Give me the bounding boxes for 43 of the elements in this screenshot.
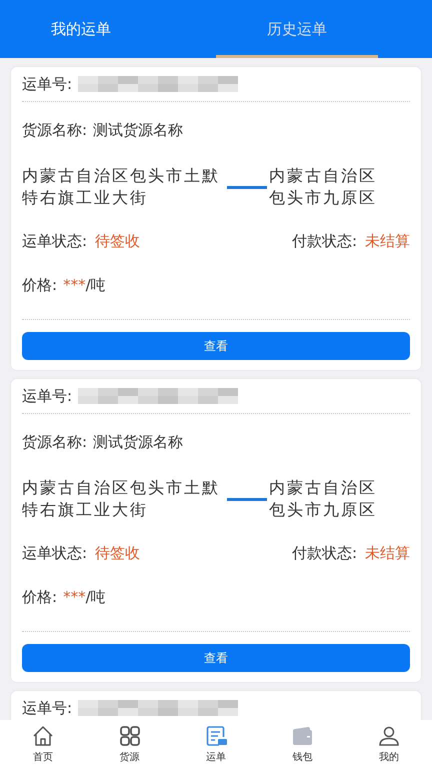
destination-address: 内蒙古自治区包头市九原区 <box>269 477 378 521</box>
price-value: ***/吨 <box>63 276 106 294</box>
tab[interactable]: 我的运单 <box>0 0 162 58</box>
order-number-label: 运单号: <box>22 74 72 94</box>
source-name-label: 货源名称: <box>22 120 88 140</box>
order-number-label: 运单号: <box>22 698 72 718</box>
origin-address: 内蒙古自治区包头市土默特右旗工业大街 <box>22 477 221 521</box>
nav-item[interactable]: 运单 <box>172 720 260 768</box>
home-icon <box>31 724 56 748</box>
order-number-label: 运单号: <box>22 386 72 406</box>
grid-icon <box>118 724 142 748</box>
nav-label: 钱包 <box>292 751 312 764</box>
person-icon <box>376 724 401 748</box>
payment-status-label: 付款状态: <box>292 232 357 250</box>
price-label: 价格: <box>22 276 58 294</box>
nav-item[interactable]: 钱包 <box>259 720 346 768</box>
payment-status: 未结算 <box>365 232 410 250</box>
source-name: 测试货源名称 <box>93 432 184 452</box>
payment-status-label: 付款状态: <box>292 544 357 562</box>
nav-item[interactable]: 首页 <box>0 720 86 768</box>
route-line <box>227 498 267 500</box>
route-line <box>227 186 267 188</box>
price-label: 价格: <box>22 588 58 606</box>
payment-status: 未结算 <box>365 544 410 562</box>
document-icon <box>204 724 228 748</box>
waybill-status-label: 运单状态: <box>22 232 88 250</box>
source-name: 测试货源名称 <box>93 120 184 140</box>
view-button[interactable]: 查看 <box>22 644 410 672</box>
waybill-status: 待签收 <box>95 232 140 250</box>
nav-item[interactable]: 我的 <box>346 720 432 768</box>
waybill-status-label: 运单状态: <box>22 544 88 562</box>
nav-item[interactable]: 货源 <box>86 720 173 768</box>
source-name-label: 货源名称: <box>22 432 88 452</box>
nav-label: 我的 <box>378 750 399 764</box>
wallet-icon <box>290 724 314 748</box>
origin-address: 内蒙古自治区包头市土默特右旗工业大街 <box>22 165 221 209</box>
nav-label: 货源 <box>120 751 140 764</box>
nav-label: 首页 <box>33 751 54 764</box>
price-value: ***/吨 <box>63 588 106 606</box>
nav-label: 运单 <box>206 750 226 764</box>
waybill-status: 待签收 <box>95 544 140 562</box>
destination-address: 内蒙古自治区包头市九原区 <box>269 165 378 209</box>
view-button[interactable]: 查看 <box>22 332 410 360</box>
